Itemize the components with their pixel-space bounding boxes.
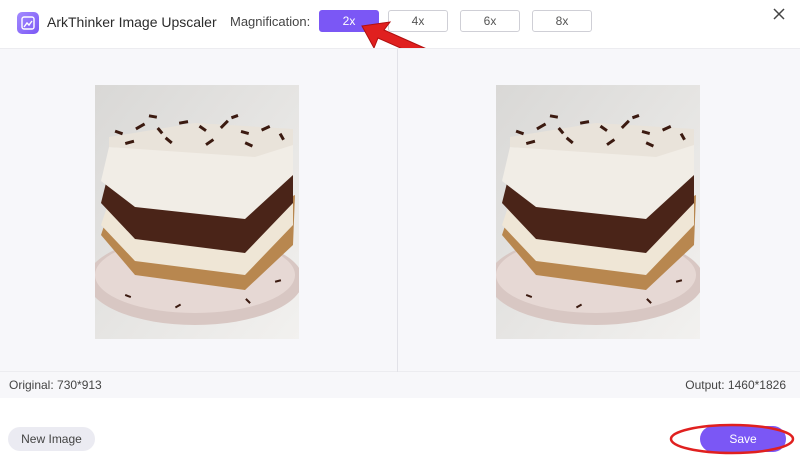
magnification-6x-button[interactable]: 6x — [460, 10, 520, 32]
preview-area — [0, 48, 800, 373]
app-title: ArkThinker Image Upscaler — [47, 14, 217, 30]
magnification-8x-button[interactable]: 8x — [532, 10, 592, 32]
magnification-label: Magnification: — [230, 14, 311, 29]
preview-divider — [397, 49, 398, 373]
footer-bar: New Image Save — [0, 398, 800, 461]
close-icon[interactable] — [768, 3, 790, 25]
magnification-2x-button[interactable]: 2x — [319, 10, 379, 32]
original-resolution: Original: 730*913 — [9, 378, 102, 392]
app-logo-icon — [17, 12, 39, 34]
magnification-4x-button[interactable]: 4x — [388, 10, 448, 32]
new-image-button[interactable]: New Image — [8, 427, 95, 451]
output-image — [496, 85, 700, 339]
original-image — [95, 85, 299, 339]
header-bar: ArkThinker Image Upscaler Magnification:… — [0, 0, 800, 48]
output-resolution: Output: 1460*1826 — [685, 378, 786, 392]
resolution-info-bar: Original: 730*913 Output: 1460*1826 — [0, 372, 800, 398]
save-button[interactable]: Save — [700, 426, 786, 452]
